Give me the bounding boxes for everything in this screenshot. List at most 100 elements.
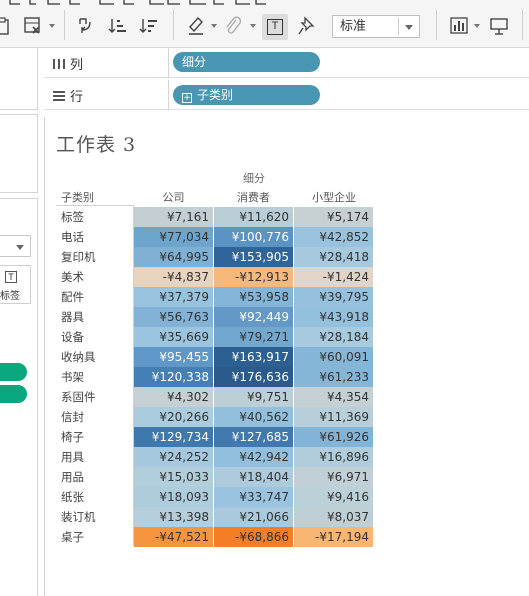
paste-icon[interactable]	[0, 15, 14, 37]
table-cell[interactable]: ¥21,066	[214, 507, 293, 527]
row-header-label[interactable]: 子类别	[61, 189, 94, 205]
show-mark-labels-button[interactable]: T	[262, 14, 288, 40]
column-header-small-business[interactable]: 小型企业	[294, 189, 374, 205]
table-cell[interactable]: ¥8,037	[294, 507, 373, 527]
fix-axes-pin-icon[interactable]	[296, 15, 318, 37]
table-cell[interactable]: ¥37,379	[134, 287, 213, 307]
table-cell[interactable]: -¥4,837	[134, 267, 213, 287]
table-cell[interactable]: ¥153,905	[214, 247, 293, 267]
row-label[interactable]: 设备	[61, 327, 84, 347]
table-cell[interactable]: ¥42,852	[294, 227, 373, 247]
table-cell[interactable]: ¥28,184	[294, 327, 373, 347]
columns-shelf-header: 列	[44, 48, 169, 78]
row-label[interactable]: 器具	[61, 307, 84, 327]
sort-descending-icon[interactable]	[138, 15, 160, 37]
row-label[interactable]: 信封	[61, 407, 84, 427]
table-cell[interactable]: ¥5,174	[294, 207, 373, 227]
marks-field-pill[interactable]	[0, 363, 27, 381]
table-cell[interactable]: ¥64,995	[134, 247, 213, 267]
row-label[interactable]: 椅子	[61, 427, 84, 447]
table-cell[interactable]: ¥9,751	[214, 387, 293, 407]
table-cell[interactable]: ¥7,161	[134, 207, 213, 227]
presentation-icon[interactable]	[488, 15, 510, 37]
table-cell[interactable]: -¥17,194	[294, 527, 373, 547]
table-cell[interactable]: ¥9,416	[294, 487, 373, 507]
row-label[interactable]: 装订机	[61, 507, 96, 527]
attach-icon[interactable]	[222, 15, 244, 37]
table-cell[interactable]: ¥53,958	[214, 287, 293, 307]
row-label[interactable]: 用品	[61, 467, 84, 487]
table-cell[interactable]: ¥127,685	[214, 427, 293, 447]
swap-rows-columns-icon[interactable]	[75, 15, 97, 37]
table-cell[interactable]: -¥47,521	[134, 527, 213, 547]
table-cell[interactable]: ¥60,091	[294, 347, 373, 367]
table-cell[interactable]: ¥18,404	[214, 467, 293, 487]
table-cell[interactable]: ¥39,795	[294, 287, 373, 307]
table-cell[interactable]: ¥176,636	[214, 367, 293, 387]
filters-panel	[0, 114, 38, 193]
table-cell[interactable]: ¥129,734	[134, 427, 213, 447]
table-cell[interactable]: ¥95,455	[134, 347, 213, 367]
column-group-header[interactable]: 细分	[134, 170, 374, 186]
table-cell[interactable]: ¥4,354	[294, 387, 373, 407]
table-cell[interactable]: ¥56,763	[134, 307, 213, 327]
table-cell[interactable]: ¥11,620	[214, 207, 293, 227]
row-label[interactable]: 电话	[61, 227, 84, 247]
table-cell[interactable]: ¥163,917	[214, 347, 293, 367]
columns-pill-segment[interactable]: 细分	[173, 52, 320, 72]
row-label[interactable]: 标签	[61, 207, 84, 227]
worksheet-title[interactable]: 工作表 3	[56, 130, 136, 157]
table-cell[interactable]: -¥68,866	[214, 527, 293, 547]
table-cell[interactable]: ¥35,669	[134, 327, 213, 347]
row-label[interactable]: 用具	[61, 447, 84, 467]
mark-type-dropdown[interactable]	[0, 235, 31, 257]
column-header-consumer[interactable]: 消费者	[214, 189, 293, 205]
table-cell[interactable]: ¥120,338	[134, 367, 213, 387]
sort-ascending-icon[interactable]	[107, 15, 129, 37]
row-label[interactable]: 收纳具	[61, 347, 96, 367]
table-cell[interactable]: ¥61,233	[294, 367, 373, 387]
highlight-icon[interactable]	[185, 15, 207, 37]
table-cell[interactable]: ¥42,942	[214, 447, 293, 467]
table-cell[interactable]: -¥12,913	[214, 267, 293, 287]
label-mark-card[interactable]: T 标签	[0, 265, 31, 304]
fit-select[interactable]: 标准	[332, 15, 420, 38]
row-label[interactable]: 配件	[61, 287, 84, 307]
table-cell[interactable]: ¥77,034	[134, 227, 213, 247]
table-cell[interactable]: ¥92,449	[214, 307, 293, 327]
table-cell[interactable]: ¥11,369	[294, 407, 373, 427]
expand-icon[interactable]: +	[182, 93, 192, 103]
table-cell[interactable]: ¥20,266	[134, 407, 213, 427]
row-label[interactable]: 复印机	[61, 247, 96, 267]
chevron-down-icon[interactable]	[474, 24, 480, 28]
table-cell[interactable]: ¥33,747	[214, 487, 293, 507]
table-cell[interactable]: ¥16,896	[294, 447, 373, 467]
table-cell[interactable]: ¥61,926	[294, 427, 373, 447]
chevron-down-icon[interactable]	[211, 24, 217, 28]
table-cell[interactable]: ¥28,418	[294, 247, 373, 267]
row-label[interactable]: 书架	[61, 367, 84, 387]
row-label[interactable]: 纸张	[61, 487, 84, 507]
show-mark-labels-icon: T	[267, 19, 283, 35]
table-cell[interactable]: ¥6,971	[294, 467, 373, 487]
table-cell[interactable]: ¥18,093	[134, 487, 213, 507]
chevron-down-icon[interactable]	[250, 24, 256, 28]
chevron-down-icon[interactable]	[49, 24, 55, 28]
row-label[interactable]: 桌子	[61, 527, 84, 547]
table-cell[interactable]: ¥4,302	[134, 387, 213, 407]
column-header-company[interactable]: 公司	[134, 189, 213, 205]
table-cell[interactable]: -¥1,424	[294, 267, 373, 287]
row-label[interactable]: 系固件	[61, 387, 96, 407]
rows-pill-subcategory[interactable]: + 子类别	[173, 85, 320, 105]
marks-field-pill[interactable]	[0, 385, 27, 403]
table-cell[interactable]: ¥43,918	[294, 307, 373, 327]
table-cell[interactable]: ¥15,033	[134, 467, 213, 487]
clear-sheet-icon[interactable]	[22, 15, 44, 37]
table-cell[interactable]: ¥79,271	[214, 327, 293, 347]
show-me-icon[interactable]	[448, 15, 470, 37]
table-cell[interactable]: ¥40,562	[214, 407, 293, 427]
table-cell[interactable]: ¥13,398	[134, 507, 213, 527]
table-cell[interactable]: ¥24,252	[134, 447, 213, 467]
row-label[interactable]: 美术	[61, 267, 84, 287]
table-cell[interactable]: ¥100,776	[214, 227, 293, 247]
